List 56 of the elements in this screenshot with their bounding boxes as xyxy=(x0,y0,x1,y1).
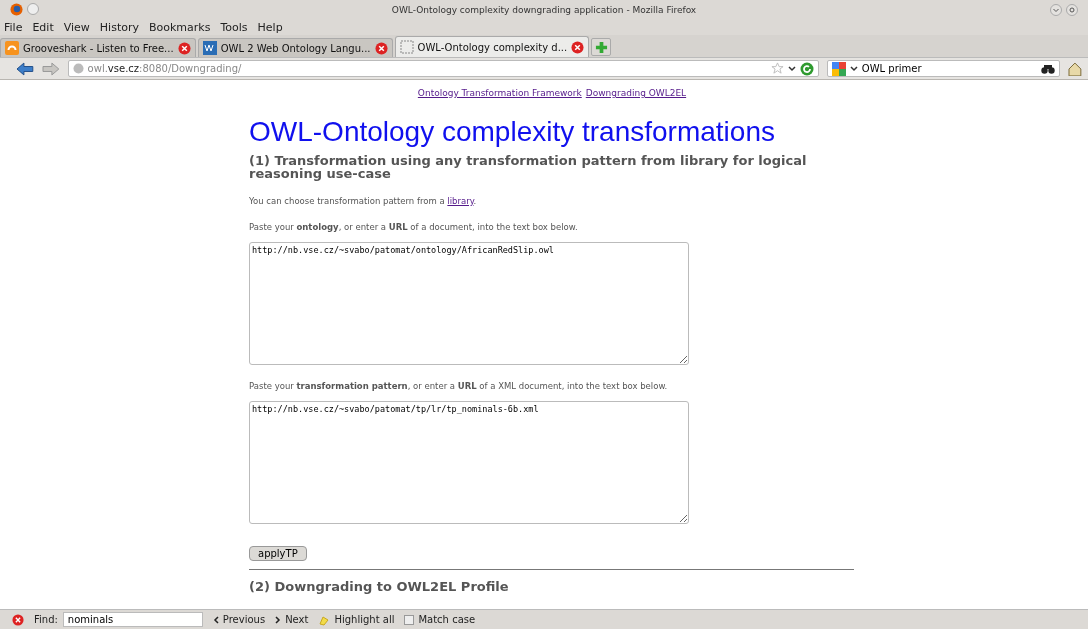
section-heading: (1) Transformation using any transformation pattern from library for logical reasoning use-case xyxy=(249,154,808,180)
close-find-bar-icon[interactable] xyxy=(12,613,24,626)
window-title: OWL-Ontology complexity downgrading application - Mozilla Firefox xyxy=(390,4,698,15)
pattern-instructions: Paste your transformation pattern, or enter a URL of a XML document, into the text box below. xyxy=(249,381,669,391)
close-tab-icon[interactable] xyxy=(374,41,388,55)
menu-item[interactable]: Edit xyxy=(32,20,54,34)
nav-link[interactable]: Downgrading OWL2EL xyxy=(585,88,687,98)
ontology-textarea[interactable]: http://nb.vse.cz/~svabo/patomat/ontology/AfricanRedSlip.owl xyxy=(249,242,689,365)
left-chevron-icon xyxy=(212,615,219,624)
minimize-icon[interactable] xyxy=(1050,3,1062,16)
next-button[interactable]: Next xyxy=(275,614,309,625)
plus-icon xyxy=(594,40,608,54)
dropdown-caret-icon[interactable] xyxy=(849,65,858,72)
address-bar[interactable]: owl.vse.cz:8080/Downgrading/ xyxy=(67,60,819,77)
menu-item[interactable]: Bookmarks xyxy=(149,20,211,34)
menu-item[interactable]: File xyxy=(4,20,23,34)
menu-item[interactable]: View xyxy=(63,20,90,34)
menu-item[interactable]: Help xyxy=(257,20,283,34)
find-field[interactable]: nominals xyxy=(62,612,203,627)
maximize-icon[interactable] xyxy=(1066,3,1078,16)
library-sentence: You can choose transformation pattern from a library. xyxy=(249,196,478,206)
w3c-favicon-icon xyxy=(202,41,217,55)
nav-link[interactable]: Ontology Transformation Framework xyxy=(417,88,582,98)
match-case-checkbox[interactable]: Match case xyxy=(404,614,476,625)
menu-item[interactable]: Tools xyxy=(220,20,248,34)
menu-item[interactable]: History xyxy=(99,20,139,34)
forward-arrow-icon[interactable] xyxy=(41,61,60,76)
section-heading: (2) Downgrading to OWL2EL Profile xyxy=(249,580,510,593)
globe-icon xyxy=(72,63,84,74)
dropdown-caret-icon[interactable] xyxy=(787,65,796,72)
highlight-all-button[interactable]: Highlight all xyxy=(318,613,395,626)
back-arrow-icon[interactable] xyxy=(16,61,34,76)
binoculars-icon[interactable] xyxy=(1041,63,1056,74)
apply-button[interactable]: applyTP xyxy=(249,546,307,561)
url-text: owl.vse.cz:8080/Downgrading/ xyxy=(87,63,242,74)
close-tab-icon[interactable] xyxy=(177,41,191,55)
browser-tab[interactable]: Grooveshark - Listen to Free... xyxy=(0,38,196,57)
right-chevron-icon xyxy=(275,615,282,624)
browser-tab[interactable]: OWL-Ontology complexity d... xyxy=(394,36,590,57)
page-title: OWL-Ontology complexity transformations xyxy=(249,116,776,148)
find-label: Find: xyxy=(34,614,58,625)
checkbox[interactable] xyxy=(404,614,415,625)
ontology-instructions: Paste your ontology, or enter a URL of a document, into the text box below. xyxy=(249,222,579,232)
browser-tab[interactable]: OWL 2 Web Ontology Langu... xyxy=(197,38,393,57)
previous-button[interactable]: Previous xyxy=(212,614,266,625)
highlighter-icon xyxy=(318,613,331,626)
reload-icon[interactable] xyxy=(799,61,814,76)
home-icon[interactable] xyxy=(1068,61,1083,76)
pattern-textarea[interactable]: http://nb.vse.cz/~svabo/patomat/tp/lr/tp_nominals-6b.xml xyxy=(249,401,689,524)
blank-page-icon xyxy=(399,40,414,54)
close-tab-icon[interactable] xyxy=(571,40,585,54)
star-icon[interactable] xyxy=(770,62,784,75)
new-tab-button[interactable] xyxy=(591,38,612,56)
search-field[interactable]: OWL primer xyxy=(826,60,1061,77)
grooveshark-favicon-icon xyxy=(5,41,19,55)
google-engine-icon xyxy=(831,61,846,76)
